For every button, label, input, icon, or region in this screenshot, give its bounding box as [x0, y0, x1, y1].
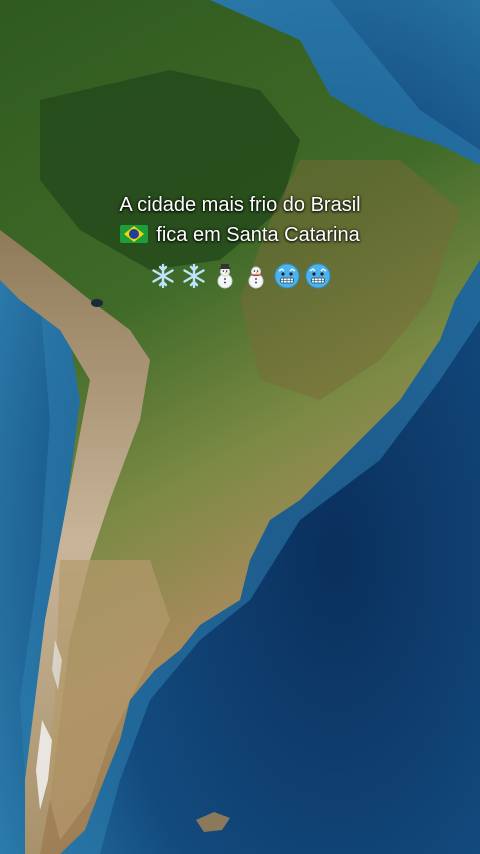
- snowman-icon: [217, 264, 232, 289]
- snowman-icon: [248, 266, 263, 289]
- cold-face-icon: [305, 263, 330, 289]
- brazil-flag-icon: [120, 225, 149, 243]
- snowflake-icon: [151, 263, 174, 289]
- caption: A cidade mais frio do Brasil fica em San…: [0, 190, 480, 250]
- caption-line-1: A cidade mais frio do Brasil: [119, 194, 361, 216]
- snowflake-icon: [182, 263, 205, 289]
- cold-face-icon: [274, 263, 299, 289]
- lake-titicaca: [91, 299, 103, 307]
- caption-line-2: fica em Santa Catarina: [0, 220, 480, 250]
- map-view: A cidade mais frio do Brasil fica em San…: [0, 0, 480, 854]
- caption-line-2-text: fica em Santa Catarina: [156, 224, 360, 246]
- emoji-row: [0, 262, 480, 290]
- south-america-satellite-map: [0, 0, 480, 854]
